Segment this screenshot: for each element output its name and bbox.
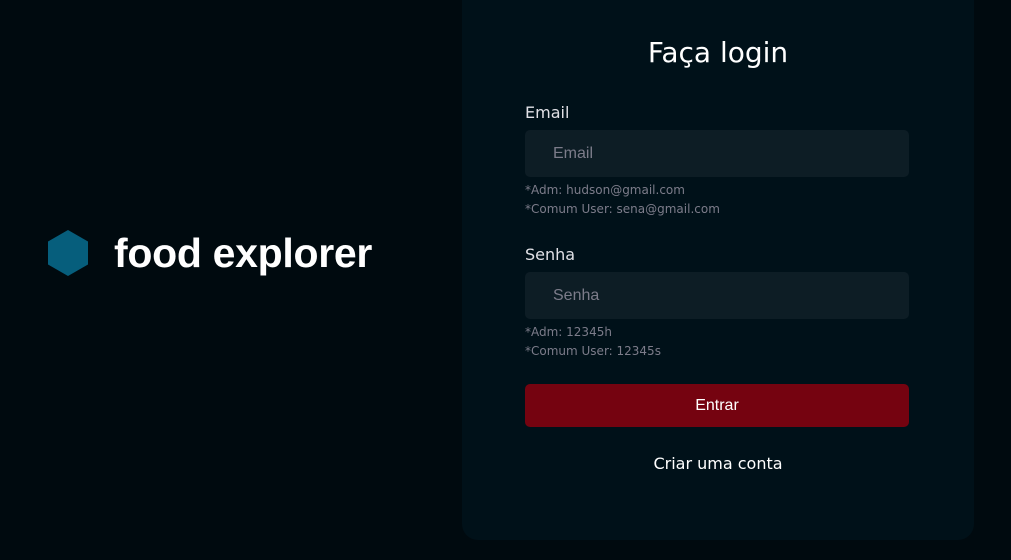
create-account-link[interactable]: Criar uma conta (462, 454, 974, 473)
login-title: Faça login (647, 36, 789, 69)
login-button[interactable]: Entrar (525, 384, 909, 427)
email-label: Email (525, 103, 570, 122)
email-input[interactable] (525, 130, 909, 177)
password-hint-user: *Comum User: 12345s (525, 344, 661, 358)
email-hints: *Adm: hudson@gmail.com *Comum User: sena… (525, 181, 720, 219)
brand-name: food explorer (114, 229, 373, 276)
login-card: Faça login Email *Adm: hudson@gmail.com … (462, 0, 974, 540)
brand: food explorer (46, 228, 372, 278)
hexagon-logo-icon (46, 228, 90, 278)
email-hint-user: *Comum User: sena@gmail.com (525, 202, 720, 216)
password-hint-admin: *Adm: 12345h (525, 325, 612, 339)
password-label: Senha (525, 245, 576, 264)
email-hint-admin: *Adm: hudson@gmail.com (525, 183, 685, 197)
password-input[interactable] (525, 272, 909, 319)
login-page: food explorer Faça login Email *Adm: hud… (0, 0, 1011, 560)
password-hints: *Adm: 12345h *Comum User: 12345s (525, 323, 661, 361)
